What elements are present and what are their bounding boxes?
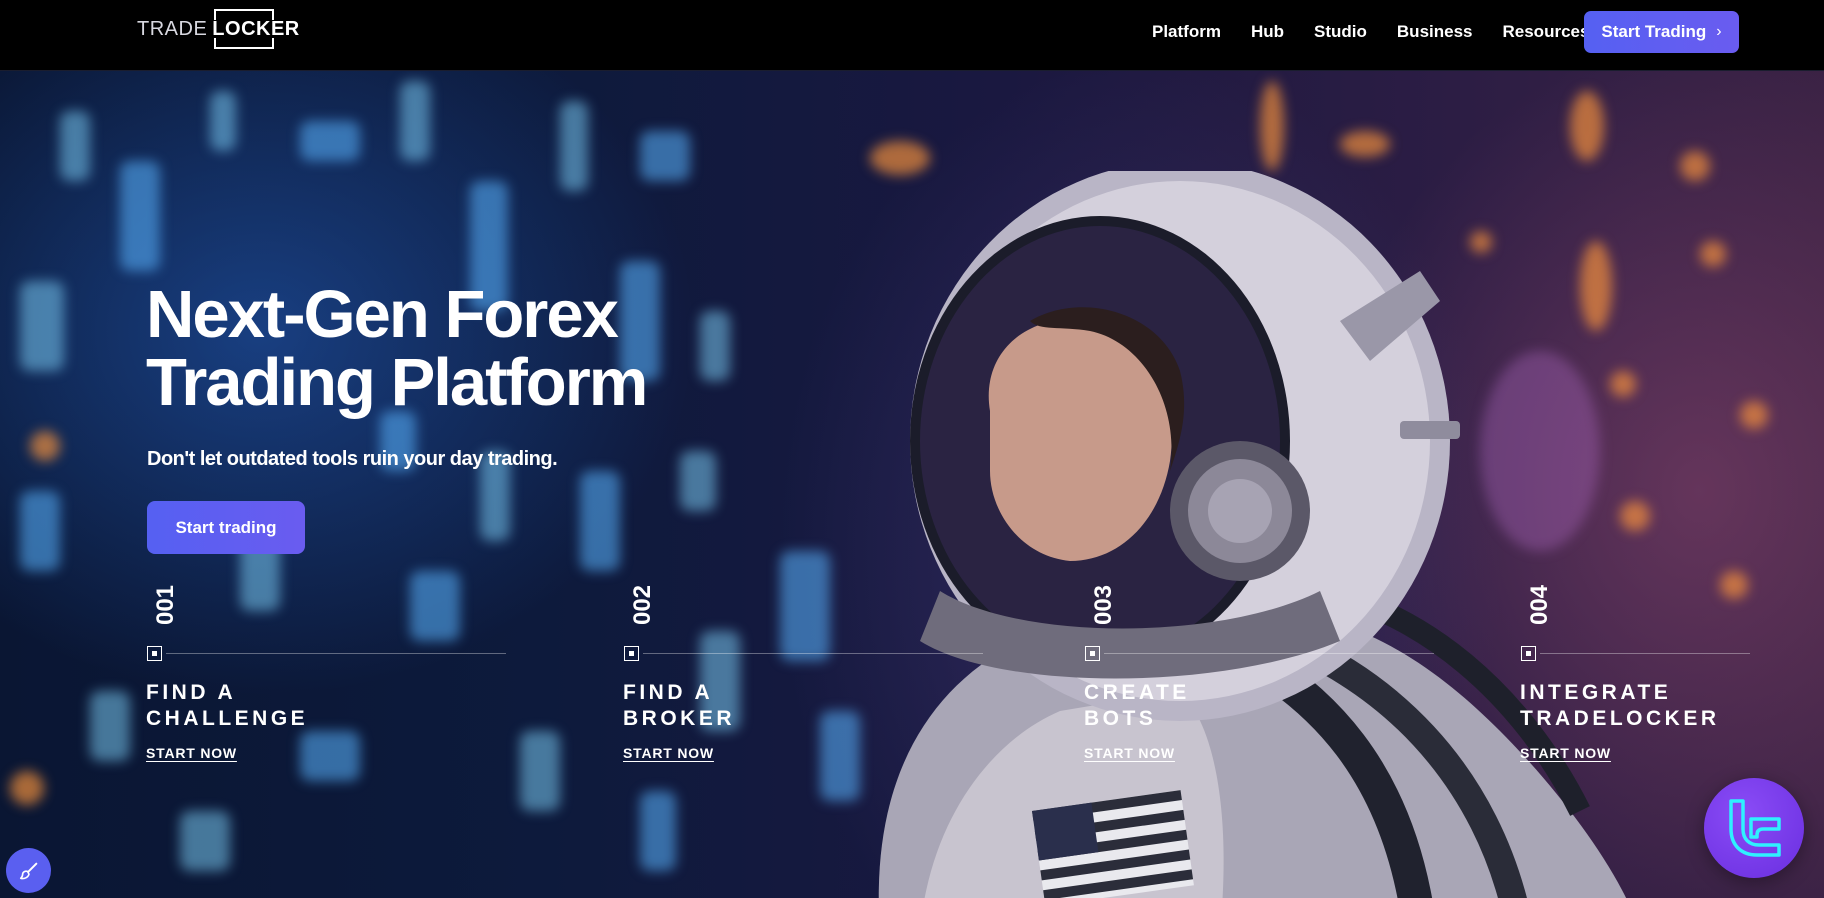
feature-number: 002 — [623, 583, 663, 627]
hero-section: Next-Gen Forex Trading Platform Don't le… — [0, 71, 1824, 898]
start-trading-nav-label: Start Trading — [1601, 22, 1707, 41]
feature-divider — [166, 653, 506, 654]
nav-link-hub[interactable]: Hub — [1251, 22, 1284, 42]
feature-number: 001 — [146, 583, 186, 627]
square-marker-icon — [624, 646, 639, 661]
start-trading-nav-button[interactable]: Start Trading › — [1584, 11, 1739, 53]
feature-start-now-link[interactable]: START NOW — [623, 745, 714, 761]
feature-divider — [643, 653, 983, 654]
square-marker-icon — [1521, 646, 1536, 661]
nav-link-platform[interactable]: Platform — [1152, 22, 1221, 42]
hero-subtitle: Don't let outdated tools ruin your day t… — [147, 448, 558, 470]
feature-divider — [1104, 653, 1434, 654]
logo-text-trade: TRADE — [137, 18, 208, 40]
tradelocker-logo-icon — [1729, 799, 1781, 857]
nav-link-resources[interactable]: Resources — [1503, 22, 1590, 42]
customize-brush-button[interactable] — [6, 848, 51, 893]
tradelocker-logo[interactable]: TRADE LOCKER — [137, 8, 304, 50]
page: TRADE LOCKER Platform Hub Studio Business… — [0, 0, 1824, 898]
hero-title-line-2: Trading Platform — [146, 345, 648, 420]
feature-number-text: 004 — [1526, 584, 1553, 626]
feature-title: FIND A CHALLENGE — [146, 681, 309, 730]
top-navigation: TRADE LOCKER Platform Hub Studio Business… — [0, 0, 1824, 71]
square-marker-icon — [147, 646, 162, 661]
brush-icon — [19, 862, 37, 879]
nav-link-studio[interactable]: Studio — [1314, 22, 1367, 42]
feature-start-now-link[interactable]: START NOW — [146, 745, 237, 761]
start-trading-hero-button[interactable]: Start trading — [147, 501, 305, 554]
feature-number-text: 001 — [152, 584, 179, 626]
hero-title-line-1: Next-Gen Forex — [146, 277, 619, 352]
feature-number-text: 003 — [1090, 584, 1117, 626]
hero-title: Next-Gen Forex Trading Platform — [146, 281, 846, 417]
square-marker-icon — [1085, 646, 1100, 661]
feature-title: FIND A BROKER — [623, 681, 736, 730]
feature-start-now-link[interactable]: START NOW — [1520, 745, 1611, 761]
feature-title: INTEGRATE TRADELOCKER — [1520, 681, 1720, 730]
feature-number-text: 002 — [629, 584, 656, 626]
nav-link-business[interactable]: Business — [1397, 22, 1473, 42]
astronaut-illustration — [878, 171, 1627, 898]
feature-number: 004 — [1520, 583, 1560, 627]
feature-title: CREATE BOTS — [1084, 681, 1190, 730]
feature-divider — [1540, 653, 1750, 654]
nav-links: Platform Hub Studio Business Resources — [1152, 20, 1619, 44]
chevron-right-icon: › — [1716, 23, 1722, 40]
feature-number: 003 — [1084, 583, 1124, 627]
logo-text-locker: LOCKER — [212, 18, 300, 40]
chat-widget-button[interactable] — [1704, 778, 1804, 878]
logo-lock-frame: LOCKER — [208, 9, 303, 49]
feature-start-now-link[interactable]: START NOW — [1084, 745, 1175, 761]
